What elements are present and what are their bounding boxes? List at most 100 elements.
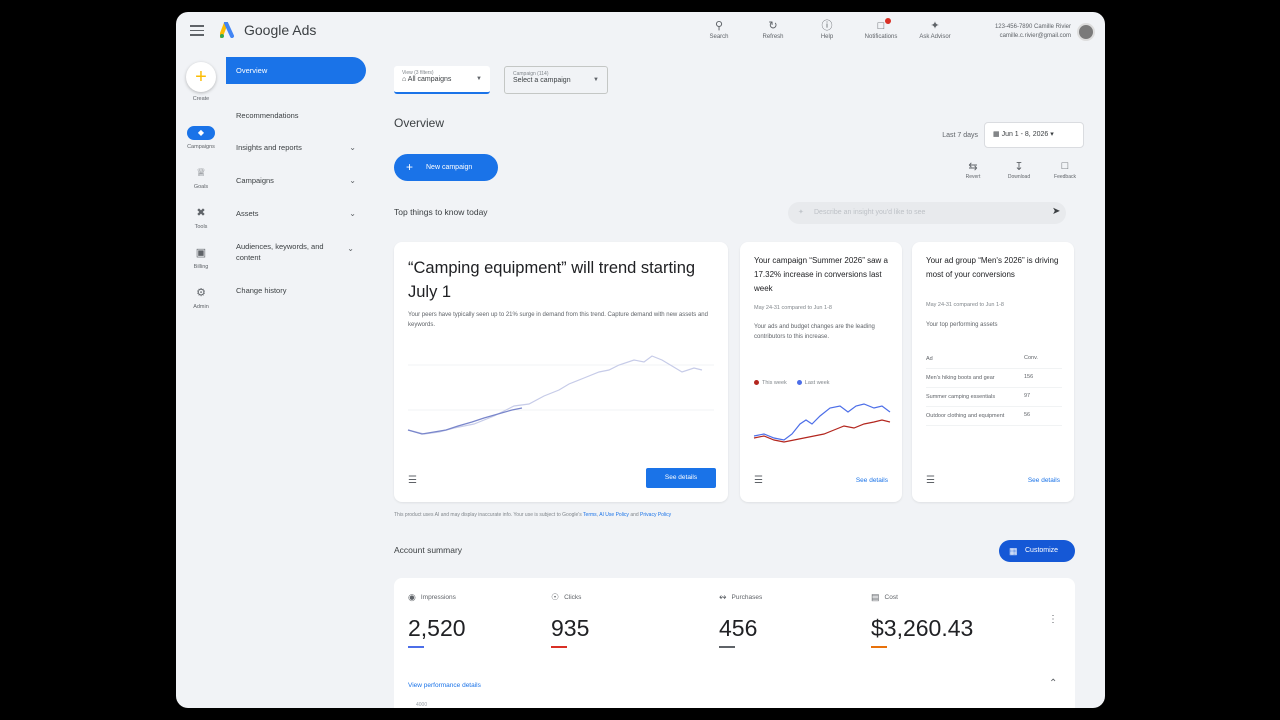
trophy-icon[interactable]: ♕ [193, 166, 209, 180]
revert-icon: ⇆ [968, 161, 978, 173]
this-week-dot [754, 380, 759, 386]
nav-label: Overview [236, 66, 268, 75]
metric-clicks[interactable]: ☉ Clicks 935 [551, 592, 589, 648]
nav-item-audiences[interactable]: Audiences, keywords, and content ⌄ [226, 241, 354, 263]
metric-value: $3,260.43 [871, 615, 974, 641]
col-conv: Conv. [1024, 355, 1038, 361]
nav-item-overview[interactable]: Overview [226, 57, 366, 84]
trend-body: Your peers have typically seen up to 21%… [408, 312, 708, 328]
row-ad: Outdoor clothing and equipment [926, 413, 1005, 419]
menu-icon[interactable] [190, 25, 204, 39]
table-row[interactable]: Men's hiking boots and gear 156 [926, 369, 1062, 388]
legend-last-label: Last week [804, 380, 830, 386]
plus-icon: + [406, 160, 414, 174]
increase-body: Your ads and budget changes are the lead… [754, 324, 875, 340]
date-range-picker[interactable]: ▦ Jun 1 - 8, 2026 ▾ [984, 122, 1084, 148]
privacy-link[interactable]: Privacy Policy [640, 512, 671, 518]
view-selector[interactable]: View (3 filters) ⌂ All campaigns ▼ [394, 66, 490, 94]
see-details-link[interactable]: See details [1028, 477, 1060, 484]
notification-badge [885, 18, 891, 24]
notifications-label: Notifications [864, 34, 898, 40]
eye-icon: ◉ [408, 592, 416, 602]
table-row[interactable]: Outdoor clothing and equipment 56 [926, 407, 1062, 426]
goals-label: Goals [193, 184, 209, 190]
ask-advisor-button[interactable]: ✦ Ask Advisor [915, 18, 955, 40]
book-icon[interactable]: ☰ [408, 475, 417, 486]
table-row[interactable]: Summer camping essentials 97 [926, 388, 1062, 407]
avatar[interactable] [1077, 23, 1095, 41]
increase-card: Your campaign “Summer 2026” saw a 17.32%… [740, 242, 902, 502]
nav-item-campaigns[interactable]: Campaigns ⌄ [226, 176, 366, 185]
help-button[interactable]: ⓘ Help [807, 18, 847, 40]
more-options-icon[interactable]: ⋮ [1048, 614, 1058, 625]
axis-tick: 4000 [416, 702, 428, 708]
refresh-button[interactable]: ↻ Refresh [753, 18, 793, 40]
metric-impressions[interactable]: ◉ Impressions 2,520 [408, 592, 466, 648]
notifications-button[interactable]: □ Notifications [861, 18, 901, 40]
book-icon[interactable]: ☰ [926, 475, 935, 486]
metric-color-bar [408, 646, 424, 648]
dropdown-arrow-icon: ▼ [593, 77, 599, 83]
row-ad: Summer camping essentials [926, 394, 996, 400]
customize-label: Customize [1025, 547, 1059, 554]
search-button[interactable]: ⚲ Search [699, 18, 739, 40]
nav-item-assets[interactable]: Assets ⌄ [226, 209, 366, 218]
google-ads-logo[interactable]: Google Ads [220, 22, 316, 38]
purchase-icon: ↭ [719, 592, 727, 602]
dropdown-arrow-icon: ▼ [476, 76, 482, 82]
ai-disclaimer: This product uses AI and may display ina… [394, 512, 672, 518]
metric-purchases[interactable]: ↭ Purchases 456 [719, 592, 762, 648]
campaigns-label: Campaigns [187, 144, 215, 150]
account-info[interactable]: 123-456-7890 Camille Rivier camille.c.ri… [995, 23, 1071, 41]
feedback-label: Feedback [1054, 174, 1076, 180]
top-bar: Google Ads ⚲ Search ↻ Refresh ⓘ Help □ Notif… [176, 12, 1105, 56]
account-id: 123-456-7890 Camille Rivier [994, 24, 1071, 30]
insight-placeholder: Describe an insight you'd like to see [814, 209, 926, 216]
increase-legend: This week Last week [754, 380, 830, 386]
nav-item-insights[interactable]: Insights and reports ⌄ [226, 143, 366, 152]
billing-label: Billing [193, 264, 209, 270]
revert-label: Revert [965, 174, 981, 180]
legend-this-label: This week [762, 380, 787, 386]
metric-cost[interactable]: ▤ Cost $3,260.43 [871, 592, 973, 648]
billing-icon[interactable]: ▣ [193, 246, 209, 260]
send-icon[interactable]: ➤ [1052, 206, 1060, 217]
bell-icon: □ [877, 20, 885, 32]
header-actions: ⚲ Search ↻ Refresh ⓘ Help □ Notifications ✦ A… [699, 18, 955, 40]
create-button[interactable]: + [186, 62, 216, 92]
nav-label: Assets [236, 209, 259, 218]
gear-icon[interactable]: ⚙ [193, 286, 209, 300]
customize-button[interactable]: ▦ Customize [999, 540, 1075, 562]
increase-date: May 24-31 compared to Jun 1-8 [754, 305, 832, 311]
chevron-up-icon[interactable]: ⌃ [1049, 678, 1057, 689]
view-performance-link[interactable]: View performance details [408, 682, 481, 689]
terms-link[interactable]: Terms [583, 512, 597, 518]
feedback-button[interactable]: □ Feedback [1050, 160, 1080, 180]
insight-prompt-input[interactable]: ✦ Describe an insight you'd like to see [788, 202, 1066, 224]
see-details-button[interactable]: See details [646, 468, 716, 488]
click-icon: ☉ [551, 592, 560, 602]
campaigns-icon[interactable]: ◆ [187, 126, 215, 140]
app-window: Google Ads ⚲ Search ↻ Refresh ⓘ Help □ Notif… [176, 12, 1105, 708]
tools-icon[interactable]: ✖ [193, 206, 209, 220]
nav-item-recommendations[interactable]: Recommendations [226, 111, 366, 120]
top-things-heading: Top things to know today [394, 207, 488, 217]
help-label: Help [820, 34, 834, 40]
metric-value: 935 [551, 615, 590, 641]
ask-advisor-label: Ask Advisor [919, 34, 951, 40]
campaign-value: Select a campaign [513, 77, 571, 84]
revert-button[interactable]: ⇆ Revert [958, 160, 988, 180]
campaign-selector[interactable]: Campaign (114) Select a campaign ▼ [504, 66, 608, 94]
search-icon: ⚲ [714, 20, 724, 32]
ai-policy-link[interactable]: AI Use Policy [599, 512, 629, 518]
refresh-icon: ↻ [768, 20, 778, 32]
metric-value: 2,520 [408, 615, 466, 641]
app-title: Google Ads [244, 22, 317, 38]
chevron-down-icon: ▾ [1050, 131, 1054, 138]
book-icon[interactable]: ☰ [754, 475, 763, 486]
nav-item-change-history[interactable]: Change history [226, 286, 366, 295]
cost-icon: ▤ [871, 592, 880, 602]
new-campaign-button[interactable]: + New campaign [394, 154, 498, 181]
see-details-link[interactable]: See details [856, 477, 888, 484]
download-button[interactable]: ↧ Download [1004, 160, 1034, 180]
